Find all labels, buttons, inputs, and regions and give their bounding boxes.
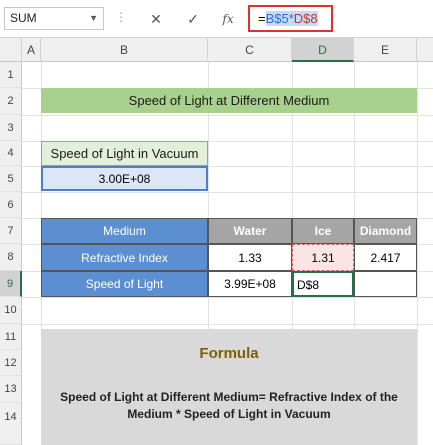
cell-d9-editing[interactable]: D$8	[292, 271, 354, 297]
row-header-14[interactable]: 14	[0, 403, 22, 445]
cell-c8[interactable]: 1.33	[208, 244, 292, 271]
name-box[interactable]: SUM ▼	[4, 7, 104, 30]
gridline	[417, 62, 418, 445]
gridline	[22, 324, 433, 325]
cell-e8[interactable]: 2.417	[354, 244, 417, 271]
gridline	[22, 192, 433, 193]
select-all-corner[interactable]	[0, 38, 22, 62]
row-header-12[interactable]: 12	[0, 350, 22, 376]
formula-description: Speed of Light at Different Medium= Refr…	[60, 390, 398, 421]
table-header-water[interactable]: Water	[208, 218, 292, 244]
gridline	[22, 297, 433, 298]
row-header-3[interactable]: 3	[0, 115, 22, 141]
row-label-speed-of-light[interactable]: Speed of Light	[41, 271, 208, 297]
table-header-diamond[interactable]: Diamond	[354, 218, 417, 244]
table-header-ice[interactable]: Ice	[292, 218, 354, 244]
row-header-10[interactable]: 10	[0, 297, 22, 324]
row-header-13[interactable]: 13	[0, 376, 22, 403]
table-header-medium[interactable]: Medium	[41, 218, 208, 244]
column-header-c[interactable]: C	[208, 38, 292, 62]
formula-heading: Formula	[199, 345, 259, 362]
row-header-1[interactable]: 1	[0, 62, 22, 88]
function-icon[interactable]: fx	[217, 9, 239, 29]
row-header-11[interactable]: 11	[0, 324, 22, 350]
chevron-down-icon[interactable]: ▼	[89, 8, 98, 29]
formula-input[interactable]: =B$5*D$8	[248, 5, 333, 32]
row-header-5[interactable]: 5	[0, 166, 22, 192]
column-header-e[interactable]: E	[354, 38, 417, 62]
cell-c9[interactable]: 3.99E+08	[208, 271, 292, 297]
column-header-b[interactable]: B	[41, 38, 208, 62]
name-box-value: SUM	[10, 11, 37, 25]
row-header-2[interactable]: 2	[0, 88, 22, 115]
column-header-d[interactable]: D	[292, 38, 354, 62]
formula-equals: =	[258, 11, 266, 26]
row-header-6[interactable]: 6	[0, 192, 22, 218]
row-header-8[interactable]: 8	[0, 244, 22, 271]
row-label-refractive-index[interactable]: Refractive Index	[41, 244, 208, 271]
formula-bar: SUM ▼ ⋮ ✕ ✓ fx =B$5*D$8	[0, 0, 433, 38]
row-header-7[interactable]: 7	[0, 218, 22, 244]
drag-handle-icon[interactable]: ⋮	[115, 10, 127, 24]
column-headers: A B C D E	[0, 38, 433, 62]
column-header-a[interactable]: A	[22, 38, 41, 62]
sheet-title[interactable]: Speed of Light at Different Medium	[41, 88, 417, 113]
cell-e9[interactable]	[354, 271, 417, 297]
gridline	[22, 115, 433, 116]
vacuum-speed-label[interactable]: Speed of Light in Vacuum	[41, 141, 208, 166]
vacuum-speed-value[interactable]: 3.00E+08	[41, 166, 208, 191]
cancel-icon[interactable]: ✕	[145, 9, 167, 29]
formula-textbox[interactable]: Formula Speed of Light at Different Medi…	[41, 329, 417, 445]
formula-ref-b5: B$5	[265, 11, 289, 26]
row-header-4[interactable]: 4	[0, 141, 22, 166]
cell-d8[interactable]: 1.31	[292, 244, 354, 271]
formula-ref-d8: D$8	[293, 11, 318, 26]
row-header-9[interactable]: 9	[0, 271, 22, 297]
enter-icon[interactable]: ✓	[182, 9, 204, 29]
